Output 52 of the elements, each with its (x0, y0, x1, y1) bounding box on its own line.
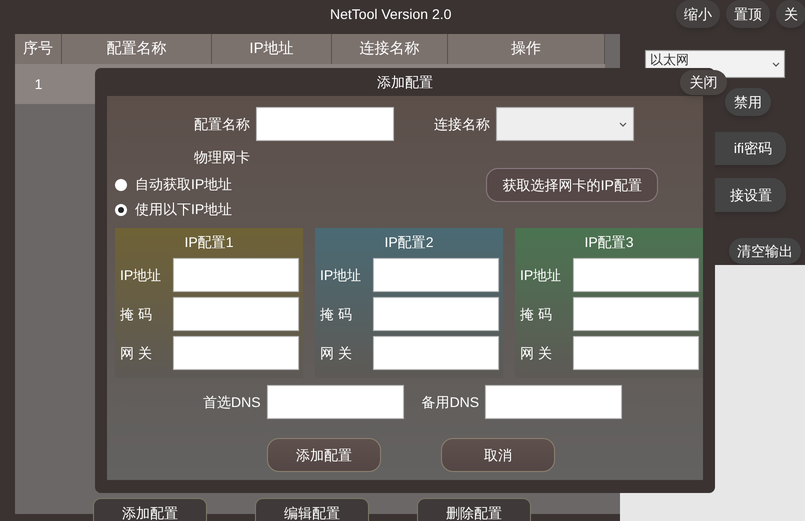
radio-label: 使用以下IP地址 (135, 200, 232, 219)
caret-icon (619, 122, 627, 126)
field-label: 网 关 (519, 344, 553, 362)
field-label: 网 关 (119, 344, 153, 362)
bottom-button[interactable]: 添加配置 (93, 498, 207, 521)
ip-input[interactable] (573, 258, 699, 292)
field-label: 配置名称 (194, 114, 250, 134)
fetch-ip-button[interactable]: 获取选择网卡的IP配置 (486, 168, 658, 202)
side-button[interactable]: 禁用 (725, 88, 771, 116)
title-bar-button[interactable]: 关 (776, 0, 805, 28)
bottom-button[interactable]: 编辑配置 (255, 498, 369, 521)
field-label: 物理网卡 (194, 148, 250, 167)
clear-output-button[interactable]: 清空输出 (729, 238, 801, 264)
connection-select[interactable] (496, 107, 634, 141)
title-bar-button[interactable]: 置顶 (726, 0, 770, 28)
dialog-button[interactable]: 添加配置 (267, 438, 381, 472)
field-label: 备用DNS (422, 392, 480, 412)
ip-input[interactable] (173, 258, 299, 292)
window-title: NetTool Version 2.0 (329, 5, 452, 24)
field-label: 掩 码 (319, 304, 353, 324)
ip-input[interactable] (373, 258, 499, 292)
ip-input[interactable] (173, 297, 299, 331)
panel-title: IP配置3 (583, 233, 634, 252)
close-button[interactable]: 关闭 (680, 70, 727, 95)
radio-button[interactable] (115, 178, 127, 190)
select-value: 以太网 (650, 53, 689, 67)
bottom-button[interactable]: 删除配置 (417, 498, 531, 521)
field-label: IP地址 (319, 266, 362, 284)
title-bar-button[interactable]: 缩小 (676, 0, 720, 28)
dialog-button[interactable]: 取消 (441, 438, 555, 472)
name-input[interactable] (256, 107, 394, 141)
ip-input[interactable] (373, 297, 499, 331)
dialog-title: 添加配置 (376, 73, 434, 92)
field-label: IP地址 (119, 266, 162, 284)
ip-input[interactable] (373, 336, 499, 370)
field-label: 掩 码 (119, 304, 153, 324)
caret-icon (772, 62, 780, 66)
radio-label: 自动获取IP地址 (135, 175, 232, 194)
dns-input[interactable] (266, 385, 404, 419)
field-label: 掩 码 (519, 304, 553, 324)
ip-input[interactable] (173, 336, 299, 370)
dns-input[interactable] (485, 385, 622, 419)
table-cell-text: 1 (34, 74, 44, 94)
field-label: 连接名称 (434, 114, 490, 134)
radio-button[interactable] (115, 204, 127, 216)
panel-title: IP配置1 (183, 233, 234, 252)
panel-title: IP配置2 (383, 233, 434, 252)
field-label: 网 关 (319, 344, 353, 362)
ip-input[interactable] (573, 297, 699, 331)
ip-input[interactable] (573, 336, 699, 370)
field-label: 首选DNS (203, 392, 261, 412)
field-label: IP地址 (519, 266, 562, 284)
